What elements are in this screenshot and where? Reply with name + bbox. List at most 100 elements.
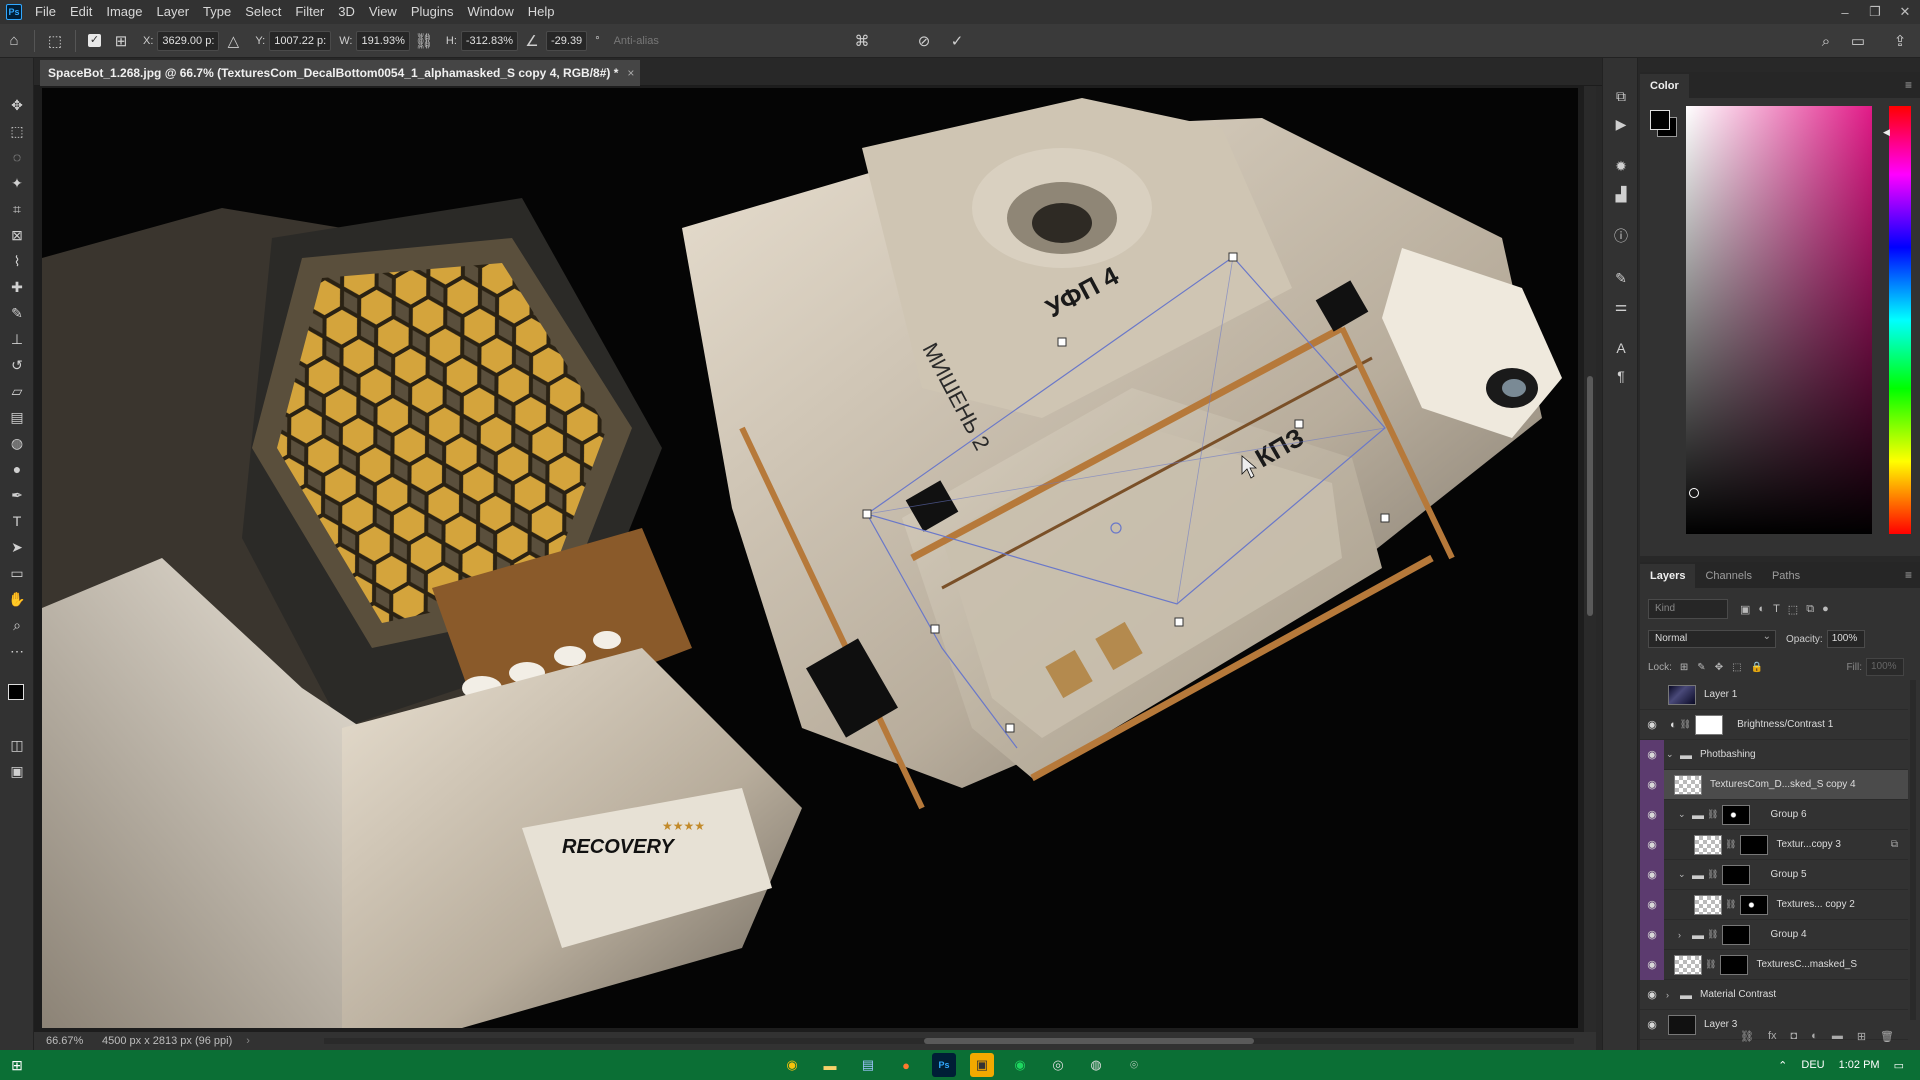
menu-edit[interactable]: Edit	[63, 0, 99, 24]
lasso-tool-icon[interactable]: ◌	[0, 144, 34, 170]
foreground-color-swatch[interactable]	[8, 684, 24, 700]
layer-mask-thumbnail[interactable]	[1722, 924, 1751, 945]
transform-handle[interactable]	[1228, 252, 1238, 262]
mask-link-icon[interactable]: ⛓	[1725, 839, 1736, 850]
keyboard-language[interactable]: DEU	[1801, 1059, 1824, 1071]
blender-icon[interactable]: ●	[894, 1053, 918, 1077]
visibility-eye-icon[interactable]: ◉	[1640, 769, 1664, 800]
antialias-label[interactable]: Anti-alias	[614, 35, 659, 47]
tray-chevron-up-icon[interactable]: ⌃	[1778, 1059, 1787, 1072]
healing-brush-tool-icon[interactable]: ✚	[0, 274, 34, 300]
home-icon[interactable]: ⌂	[0, 27, 28, 55]
mask-link-icon[interactable]: ⛓	[1680, 719, 1691, 730]
color-panel-foreground-swatch[interactable]	[1650, 110, 1670, 130]
canvas-vertical-scrollbar[interactable]	[1584, 86, 1596, 1032]
document-close-icon[interactable]: ×	[627, 60, 634, 86]
layer-mask-thumbnail[interactable]	[1722, 804, 1751, 825]
filter-adjustment-icon[interactable]: ◐	[1758, 603, 1765, 616]
tab-paths[interactable]: Paths	[1762, 564, 1810, 588]
visibility-eye-icon[interactable]: ◉	[1640, 919, 1664, 950]
info-panel-icon[interactable]: ⓘ	[1603, 222, 1639, 250]
layer-row[interactable]: ◉ ⛓ TexturesC...masked_S	[1640, 949, 1908, 980]
status-menu-arrow[interactable]: ›	[246, 1035, 250, 1047]
panel-menu-icon[interactable]: ≡	[1905, 568, 1912, 582]
blend-mode-select[interactable]: Normal	[1648, 629, 1776, 648]
transform-handle[interactable]	[862, 509, 872, 519]
menu-filter[interactable]: Filter	[288, 0, 331, 24]
canvas[interactable]: УФП 4 МИШЕНЬ 2 КПЗ RECOVERY ★★★★	[34, 86, 1584, 1032]
zoom-tool-icon[interactable]: ⌕	[0, 612, 34, 638]
menu-plugins[interactable]: Plugins	[404, 0, 461, 24]
layer-row[interactable]: ◉ ⛓ Textur...copy 3 ⧉	[1640, 829, 1908, 860]
menu-window[interactable]: Window	[460, 0, 520, 24]
share-icon[interactable]: ⇪	[1886, 27, 1914, 55]
screen-mode-icon[interactable]: ▣	[0, 758, 34, 784]
history-panel-icon[interactable]: ⧉	[1603, 82, 1639, 110]
horizontal-scroll-thumb[interactable]	[924, 1038, 1254, 1044]
warp-mode-icon[interactable]: ⌘	[848, 27, 876, 55]
link-aspect-icon[interactable]: ⛓	[410, 27, 438, 55]
spotify-icon[interactable]: ◉	[1008, 1053, 1032, 1077]
visibility-eye-icon[interactable]: ◉	[1640, 889, 1664, 920]
chevron-right-icon[interactable]: ›	[1666, 990, 1676, 1000]
layer-group-row[interactable]: ◉ ⌄ ▬ Photbashing	[1640, 739, 1908, 770]
menu-select[interactable]: Select	[238, 0, 288, 24]
magic-wand-tool-icon[interactable]: ✦	[0, 170, 34, 196]
link-layers-icon[interactable]: ⛓	[1740, 1030, 1754, 1043]
tab-layers[interactable]: Layers	[1640, 564, 1696, 588]
transform-handle[interactable]	[1294, 419, 1304, 429]
transform-handle[interactable]	[1005, 723, 1015, 733]
layer-row[interactable]: ◉ Layer 1	[1640, 680, 1908, 710]
character-panel-icon[interactable]: A	[1603, 334, 1639, 362]
visibility-eye-icon[interactable]: ◉	[1640, 949, 1664, 980]
clone-stamp-tool-icon[interactable]: ⊥	[0, 326, 34, 352]
menu-layer[interactable]: Layer	[150, 0, 197, 24]
mask-link-icon[interactable]: ⛓	[1705, 959, 1716, 970]
more-tools-icon[interactable]: ⋯	[0, 638, 34, 664]
histogram-panel-icon[interactable]: ▟	[1603, 180, 1639, 208]
hand-tool-icon[interactable]: ✋	[0, 586, 34, 612]
visibility-eye-icon[interactable]: ◉	[1640, 829, 1664, 860]
panel-menu-icon[interactable]: ≡	[1905, 78, 1912, 92]
filter-pixel-icon[interactable]: ▣	[1740, 603, 1750, 616]
visibility-eye-icon[interactable]: ◉	[1640, 739, 1664, 770]
x-position-field[interactable]: 3629.00 p:	[157, 30, 220, 51]
zoom-level[interactable]: 66.67%	[34, 1035, 94, 1047]
menu-image[interactable]: Image	[99, 0, 149, 24]
paragraph-panel-icon[interactable]: ¶	[1603, 362, 1639, 390]
new-group-icon[interactable]: ▬	[1832, 1030, 1843, 1042]
filter-smart-object-icon[interactable]: ⧉	[1806, 603, 1814, 616]
eraser-tool-icon[interactable]: ▱	[0, 378, 34, 404]
transform-tool-preset-icon[interactable]: ⬚	[41, 27, 69, 55]
type-tool-icon[interactable]: T	[0, 508, 34, 534]
layer-group-row[interactable]: ◉ ⌄ ▬ ⛓ Group 5	[1640, 859, 1908, 890]
properties-panel-icon[interactable]: ⚌	[1603, 292, 1639, 320]
opacity-field[interactable]: 100%	[1826, 630, 1865, 648]
filter-toggle-icon[interactable]: ●	[1822, 603, 1829, 616]
eyedropper-tool-icon[interactable]: ⌇	[0, 248, 34, 274]
notifications-icon[interactable]: ▭	[1894, 1059, 1904, 1072]
sticky-app-icon[interactable]: ▣	[970, 1053, 994, 1077]
new-layer-icon[interactable]: ⊞	[1857, 1030, 1866, 1043]
close-button[interactable]: ✕	[1890, 0, 1920, 24]
hue-slider-marker-icon[interactable]: ◀	[1883, 127, 1890, 138]
layer-kind-filter[interactable]: Kind	[1648, 599, 1728, 619]
layer-row[interactable]: ◉ ⛓ Textures... copy 2	[1640, 889, 1908, 920]
reference-point-grid-icon[interactable]: ⊞	[107, 27, 135, 55]
layer-row[interactable]: ◉ ◐ ⛓ Brightness/Contrast 1	[1640, 710, 1908, 740]
layer-mask-thumbnail[interactable]	[1720, 954, 1749, 975]
marquee-tool-icon[interactable]: ⬚	[0, 118, 34, 144]
app-circle-icon[interactable]: ◎	[1046, 1053, 1070, 1077]
delta-icon[interactable]: △	[219, 27, 247, 55]
layer-mask-thumbnail[interactable]	[1740, 894, 1769, 915]
app-window-icon[interactable]: ▤	[856, 1053, 880, 1077]
layers-scrollbar[interactable]	[1910, 680, 1916, 1020]
restore-button[interactable]: ❐	[1860, 0, 1890, 24]
width-field[interactable]: 191.93%	[356, 30, 410, 51]
menu-type[interactable]: Type	[196, 0, 238, 24]
height-field[interactable]: -312.83%	[460, 30, 518, 51]
layer-mask-thumbnail[interactable]	[1722, 864, 1751, 885]
webcam-app-icon[interactable]: ⌾	[1122, 1053, 1146, 1077]
quick-mask-icon[interactable]: ◫	[0, 732, 34, 758]
clock[interactable]: 1:02 PM	[1839, 1059, 1880, 1071]
